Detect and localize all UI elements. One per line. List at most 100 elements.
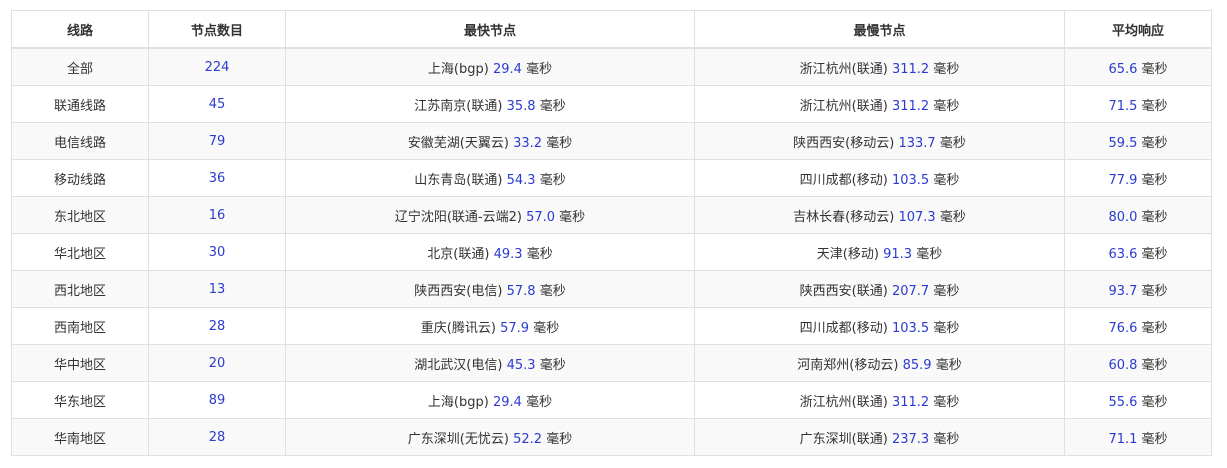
average-response-cell: 80.0 毫秒: [1064, 196, 1212, 234]
unit-label: 毫秒: [933, 172, 960, 188]
fastest-node-name: 江苏南京(联通): [414, 98, 503, 114]
unit-label: 毫秒: [933, 431, 960, 447]
slowest-node-cell: 四川成都(移动) 103.5 毫秒: [694, 307, 1065, 345]
node-count: 30: [208, 244, 226, 260]
line-name: 电信线路: [53, 135, 106, 151]
line-name: 西北地区: [53, 283, 106, 299]
unit-label: 毫秒: [939, 209, 966, 225]
unit-label: 毫秒: [933, 61, 960, 77]
average-response-cell: 77.9 毫秒: [1064, 159, 1212, 197]
slowest-node-ms: 103.5: [891, 172, 930, 188]
slowest-node-name: 陕西西安(联通): [799, 283, 888, 299]
fastest-node-name: 湖北武汉(电信): [414, 357, 503, 373]
average-response-cell: 55.6 毫秒: [1064, 381, 1212, 419]
fastest-node-name: 重庆(腾讯云): [420, 320, 496, 336]
fastest-node-cell: 江苏南京(联通) 35.8 毫秒: [285, 85, 695, 123]
node-count: 79: [208, 133, 226, 149]
table-row: 华中地区 20 湖北武汉(电信) 45.3 毫秒 河南郑州(移动云) 85.9 …: [11, 344, 1212, 382]
slowest-node-ms: 91.3: [883, 246, 913, 262]
line-cell: 西北地区: [11, 270, 149, 308]
average-response-ms: 63.6: [1108, 246, 1138, 262]
table-row: 华南地区 28 广东深圳(无忧云) 52.2 毫秒 广东深圳(联通) 237.3…: [11, 418, 1212, 456]
average-response-cell: 63.6 毫秒: [1064, 233, 1212, 271]
node-count-cell: 45: [148, 85, 286, 123]
fastest-node-cell: 湖北武汉(电信) 45.3 毫秒: [285, 344, 695, 382]
line-name: 华北地区: [53, 246, 106, 262]
unit-label: 毫秒: [933, 394, 960, 410]
node-count-cell: 16: [148, 196, 286, 234]
average-response-ms: 80.0: [1108, 209, 1138, 225]
average-response-ms: 65.6: [1108, 61, 1138, 77]
unit-label: 毫秒: [526, 394, 553, 410]
unit-label: 毫秒: [526, 61, 553, 77]
table-row: 西南地区 28 重庆(腾讯云) 57.9 毫秒 四川成都(移动) 103.5 毫…: [11, 307, 1212, 345]
header-fastest-node: 最快节点: [285, 10, 695, 49]
node-count: 89: [208, 392, 226, 408]
slowest-node-cell: 浙江杭州(联通) 311.2 毫秒: [694, 381, 1065, 419]
slowest-node-ms: 311.2: [891, 98, 930, 114]
fastest-node-cell: 广东深圳(无忧云) 52.2 毫秒: [285, 418, 695, 456]
line-name: 全部: [66, 61, 93, 77]
node-count-cell: 36: [148, 159, 286, 197]
node-count: 45: [208, 96, 226, 112]
slowest-node-ms: 311.2: [891, 61, 930, 77]
node-stats-table: 线路 节点数目 最快节点 最慢节点 平均响应 全部 224 上海(bgp) 29…: [11, 10, 1212, 456]
slowest-node-name: 四川成都(移动): [799, 320, 888, 336]
fastest-node-name: 广东深圳(无忧云): [407, 431, 509, 447]
fastest-node-ms: 35.8: [506, 98, 536, 114]
node-count-cell: 28: [148, 418, 286, 456]
average-response-cell: 65.6 毫秒: [1064, 47, 1212, 86]
slowest-node-ms: 237.3: [891, 431, 930, 447]
slowest-node-name: 四川成都(移动): [799, 172, 888, 188]
slowest-node-ms: 207.7: [891, 283, 930, 299]
unit-label: 毫秒: [1141, 246, 1168, 262]
average-response-ms: 55.6: [1108, 394, 1138, 410]
unit-label: 毫秒: [939, 135, 966, 151]
fastest-node-ms: 29.4: [492, 61, 522, 77]
unit-label: 毫秒: [916, 246, 943, 262]
fastest-node-name: 辽宁沈阳(联通-云端2): [394, 209, 522, 225]
slowest-node-ms: 85.9: [902, 357, 932, 373]
slowest-node-name: 浙江杭州(联通): [799, 394, 888, 410]
slowest-node-cell: 浙江杭州(联通) 311.2 毫秒: [694, 47, 1065, 86]
fastest-node-name: 陕西西安(电信): [414, 283, 503, 299]
slowest-node-cell: 四川成都(移动) 103.5 毫秒: [694, 159, 1065, 197]
line-cell: 华中地区: [11, 344, 149, 382]
line-cell: 西南地区: [11, 307, 149, 345]
fastest-node-name: 上海(bgp): [427, 61, 489, 77]
line-cell: 全部: [11, 47, 149, 86]
unit-label: 毫秒: [1141, 320, 1168, 336]
fastest-node-ms: 33.2: [513, 135, 543, 151]
table-row: 电信线路 79 安徽芜湖(天翼云) 33.2 毫秒 陕西西安(移动云) 133.…: [11, 122, 1212, 160]
slowest-node-name: 浙江杭州(联通): [799, 61, 888, 77]
slowest-node-ms: 311.2: [891, 394, 930, 410]
unit-label: 毫秒: [539, 98, 566, 114]
fastest-node-ms: 57.8: [506, 283, 536, 299]
unit-label: 毫秒: [546, 135, 573, 151]
slowest-node-name: 河南郑州(移动云): [797, 357, 899, 373]
line-name: 华东地区: [53, 394, 106, 410]
header-line: 线路: [11, 10, 149, 49]
fastest-node-cell: 北京(联通) 49.3 毫秒: [285, 233, 695, 271]
fastest-node-cell: 重庆(腾讯云) 57.9 毫秒: [285, 307, 695, 345]
average-response-cell: 60.8 毫秒: [1064, 344, 1212, 382]
fastest-node-name: 北京(联通): [427, 246, 490, 262]
fastest-node-name: 山东青岛(联通): [414, 172, 503, 188]
line-cell: 华东地区: [11, 381, 149, 419]
unit-label: 毫秒: [1141, 283, 1168, 299]
fastest-node-cell: 安徽芜湖(天翼云) 33.2 毫秒: [285, 122, 695, 160]
line-cell: 移动线路: [11, 159, 149, 197]
table-row: 移动线路 36 山东青岛(联通) 54.3 毫秒 四川成都(移动) 103.5 …: [11, 159, 1212, 197]
slowest-node-ms: 103.5: [891, 320, 930, 336]
average-response-cell: 71.1 毫秒: [1064, 418, 1212, 456]
fastest-node-ms: 45.3: [506, 357, 536, 373]
average-response-ms: 71.1: [1108, 431, 1138, 447]
node-count-cell: 224: [148, 47, 286, 86]
line-name: 华南地区: [53, 431, 106, 447]
slowest-node-cell: 吉林长春(移动云) 107.3 毫秒: [694, 196, 1065, 234]
table-header-row: 线路 节点数目 最快节点 最慢节点 平均响应: [11, 10, 1212, 49]
node-count-cell: 13: [148, 270, 286, 308]
unit-label: 毫秒: [1141, 209, 1168, 225]
node-count: 28: [208, 318, 226, 334]
table-row: 联通线路 45 江苏南京(联通) 35.8 毫秒 浙江杭州(联通) 311.2 …: [11, 85, 1212, 123]
